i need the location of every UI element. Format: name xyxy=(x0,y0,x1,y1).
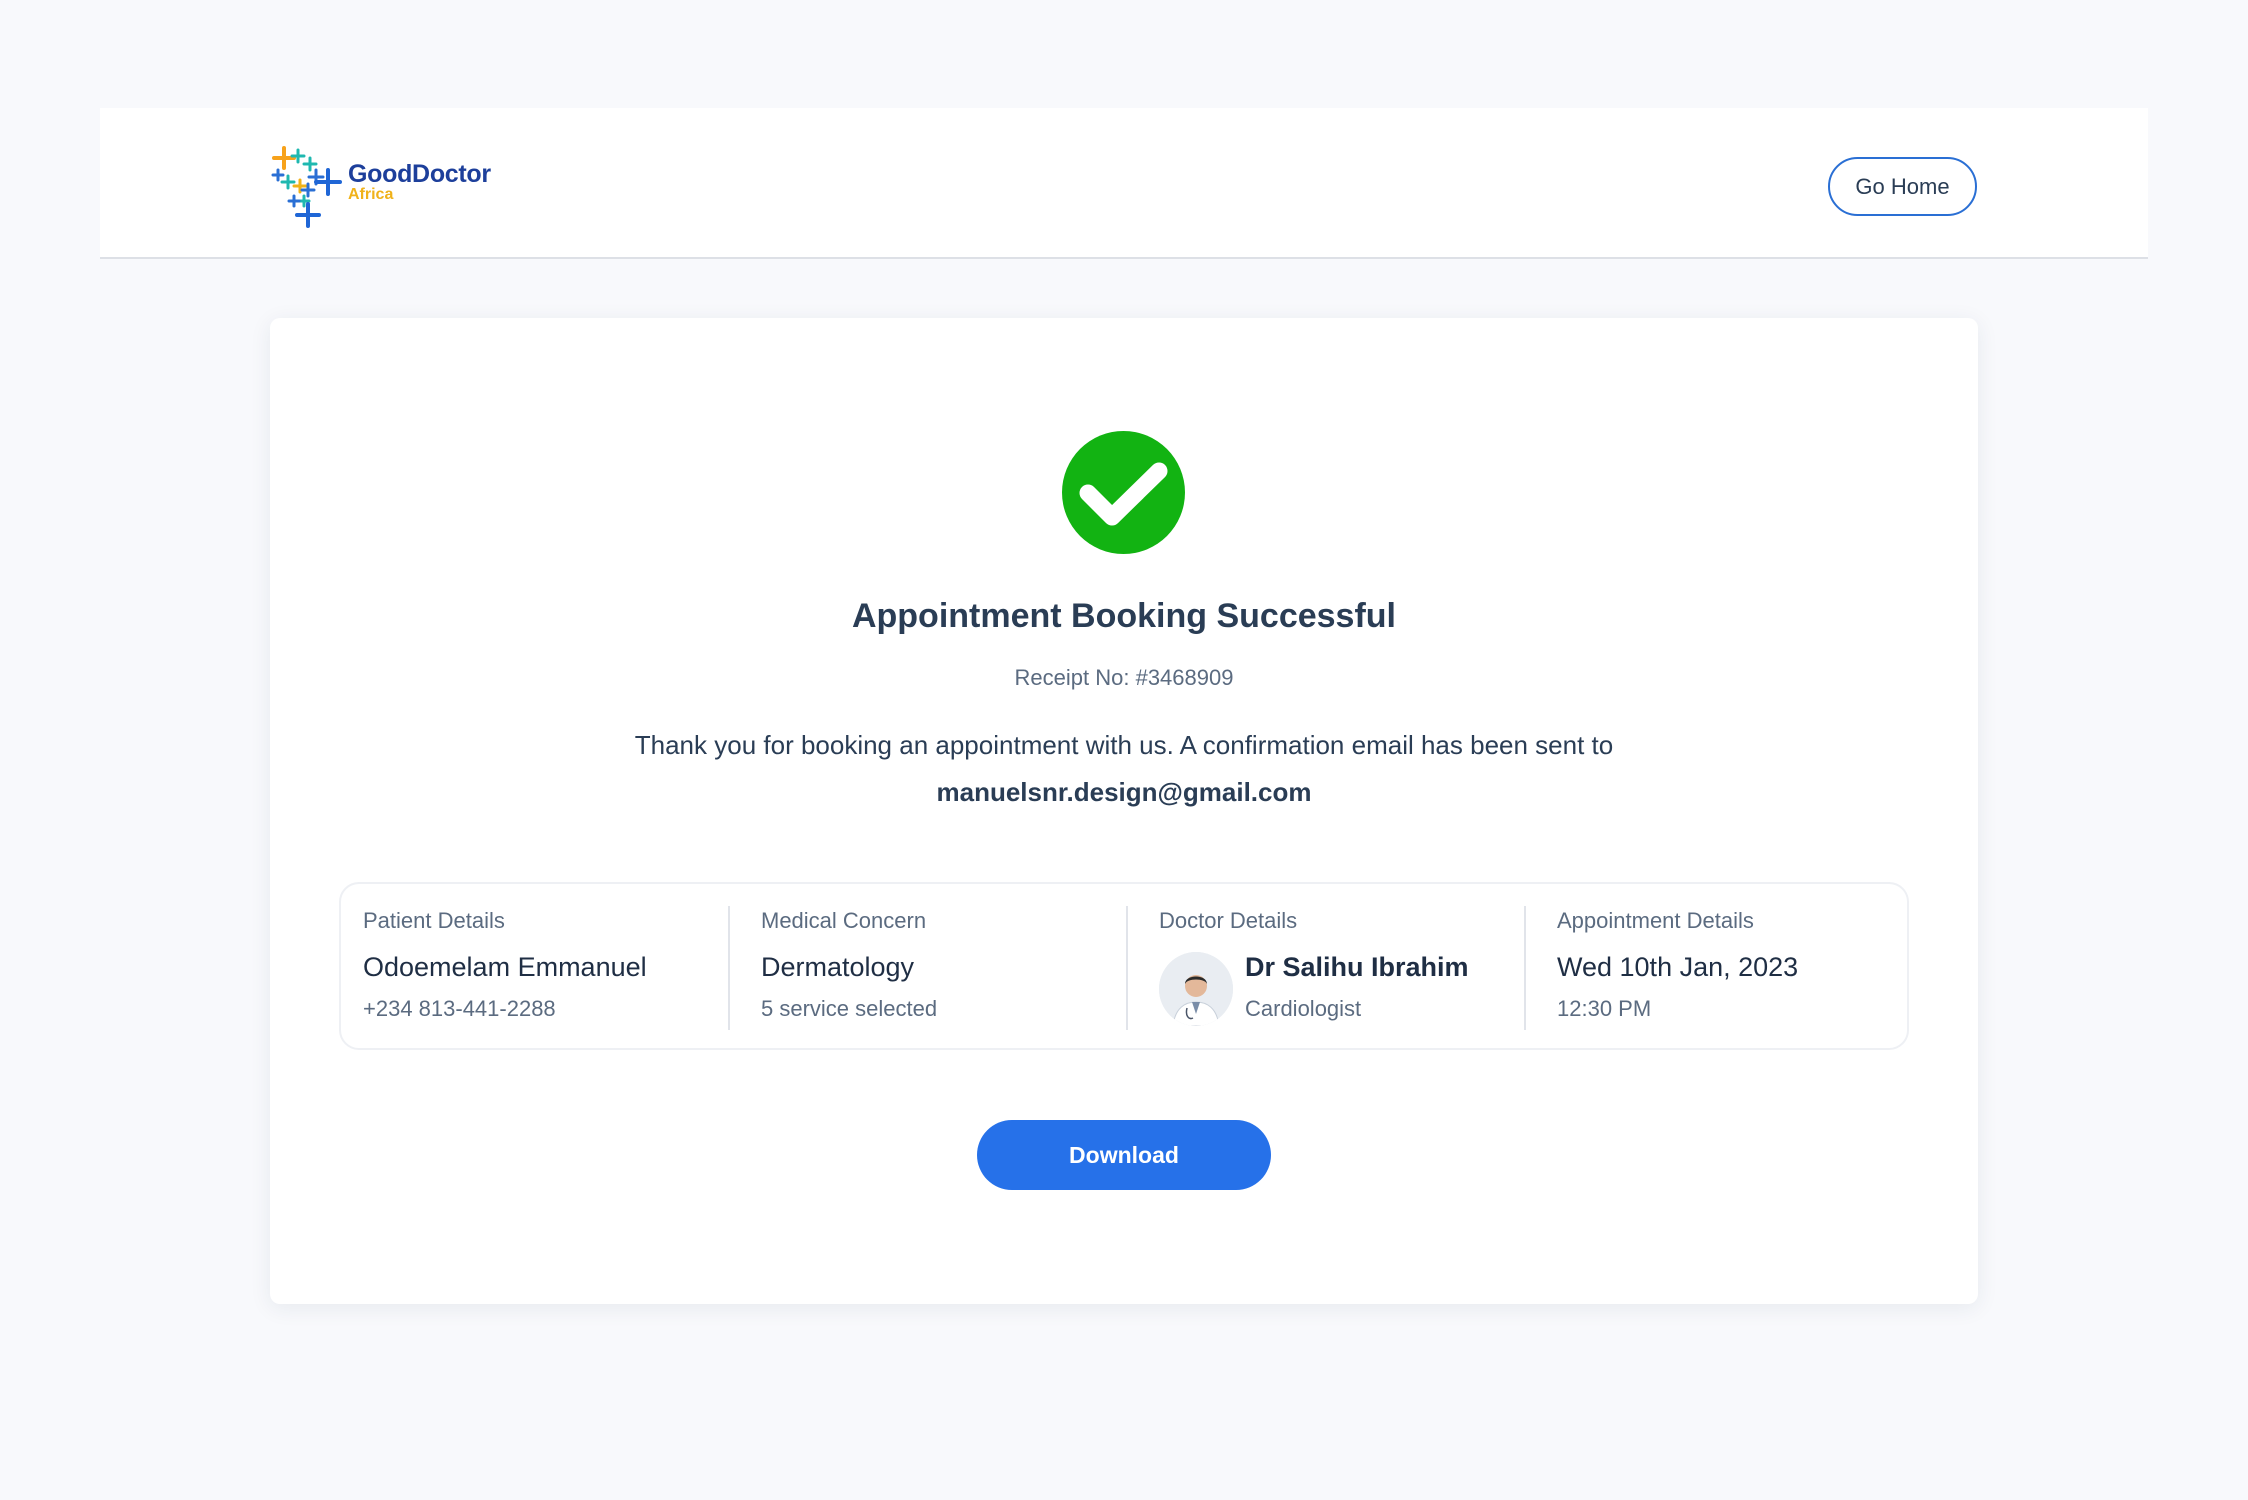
column-divider xyxy=(1126,906,1128,1030)
column-divider xyxy=(1524,906,1526,1030)
confirmation-message-text: Thank you for booking an appointment wit… xyxy=(634,730,1614,760)
brand-name: GoodDoctor xyxy=(348,160,491,188)
patient-phone: +234 813-441-2288 xyxy=(363,996,556,1021)
check-circle-icon xyxy=(1062,431,1185,554)
brand-region: Africa xyxy=(348,186,394,203)
doctor-details-column: Doctor Details Dr Salihu Ibrahim Cardiol… xyxy=(1159,884,1519,1052)
appointment-date: Wed 10th Jan, 2023 xyxy=(1557,952,1799,982)
confirmation-message: Thank you for booking an appointment wit… xyxy=(600,722,1648,816)
medical-concern-name: Dermatology xyxy=(761,952,915,982)
service-count: 5 service selected xyxy=(761,996,938,1021)
column-divider xyxy=(728,906,730,1030)
medical-concern-column: Medical Concern Dermatology 5 service se… xyxy=(761,884,1121,1052)
doctor-specialty: Cardiologist xyxy=(1245,996,1362,1021)
appointment-details-column: Appointment Details Wed 10th Jan, 2023 1… xyxy=(1557,884,1887,1052)
appointment-time: 12:30 PM xyxy=(1557,996,1652,1021)
appointment-details-label: Appointment Details xyxy=(1557,908,1754,933)
patient-name: Odoemelam Emmanuel xyxy=(363,952,647,982)
go-home-button[interactable]: Go Home xyxy=(1828,157,1977,216)
doctor-avatar xyxy=(1159,952,1233,1026)
receipt-number: Receipt No: #3468909 xyxy=(1014,665,1234,690)
patient-details-label: Patient Details xyxy=(363,908,505,933)
doctor-name: Dr Salihu Ibrahim xyxy=(1245,952,1469,982)
download-button[interactable]: Download xyxy=(977,1120,1271,1190)
page-title: Appointment Booking Successful xyxy=(851,597,1397,635)
confirmation-email: manuelsnr.design@gmail.com xyxy=(936,777,1312,807)
medical-concern-label: Medical Concern xyxy=(761,908,927,933)
appointment-summary: Patient Details Odoemelam Emmanuel +234 … xyxy=(339,882,1909,1050)
doctor-details-label: Doctor Details xyxy=(1159,908,1298,933)
patient-details-column: Patient Details Odoemelam Emmanuel +234 … xyxy=(363,884,723,1052)
